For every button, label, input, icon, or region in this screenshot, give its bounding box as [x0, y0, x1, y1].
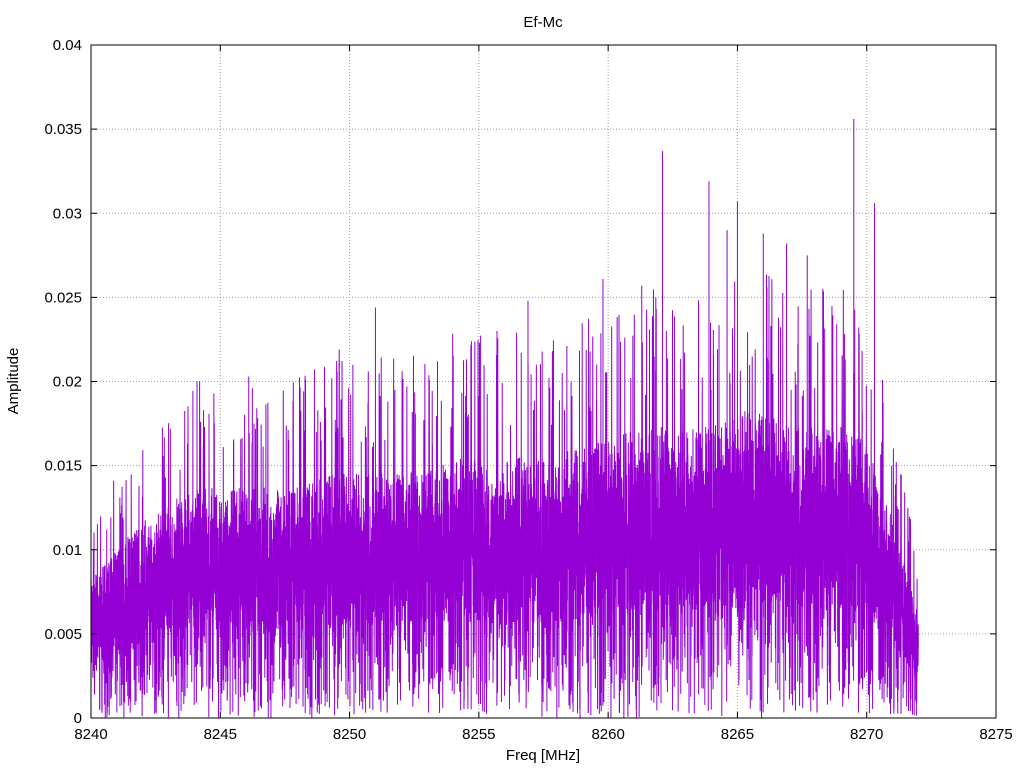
series-line — [90, 274, 919, 718]
x-tick-label: 8275 — [979, 726, 1012, 743]
y-tick-label: 0.005 — [44, 626, 82, 643]
y-tick-label: 0.02 — [53, 374, 82, 391]
y-tick-label: 0 — [74, 710, 82, 727]
x-tick-label: 8245 — [204, 726, 237, 743]
x-tick-label: 8250 — [333, 726, 366, 743]
y-tick-label: 0.04 — [53, 37, 82, 54]
chart: 8240 8245 8250 8255 8260 8265 8270 8275 0 0.005 0.… — [5, 14, 1013, 764]
x-tick-label: 8260 — [591, 726, 624, 743]
data-series — [90, 119, 919, 718]
x-axis-label: Freq [MHz] — [506, 747, 580, 764]
y-axis-label: Amplitude — [5, 348, 22, 415]
y-tick-label: 0.035 — [44, 121, 82, 138]
x-tick-label: 8240 — [74, 726, 107, 743]
chart-title: Ef-Mc — [523, 14, 563, 31]
y-tick-label: 0.01 — [53, 542, 82, 559]
y-tick-label: 0.03 — [53, 205, 82, 222]
y-tick-label: 0.025 — [44, 289, 82, 306]
x-tick-label: 8270 — [850, 726, 883, 743]
x-tick-label: 8255 — [462, 726, 495, 743]
y-tick-label: 0.015 — [44, 458, 82, 475]
x-tick-label: 8265 — [721, 726, 754, 743]
